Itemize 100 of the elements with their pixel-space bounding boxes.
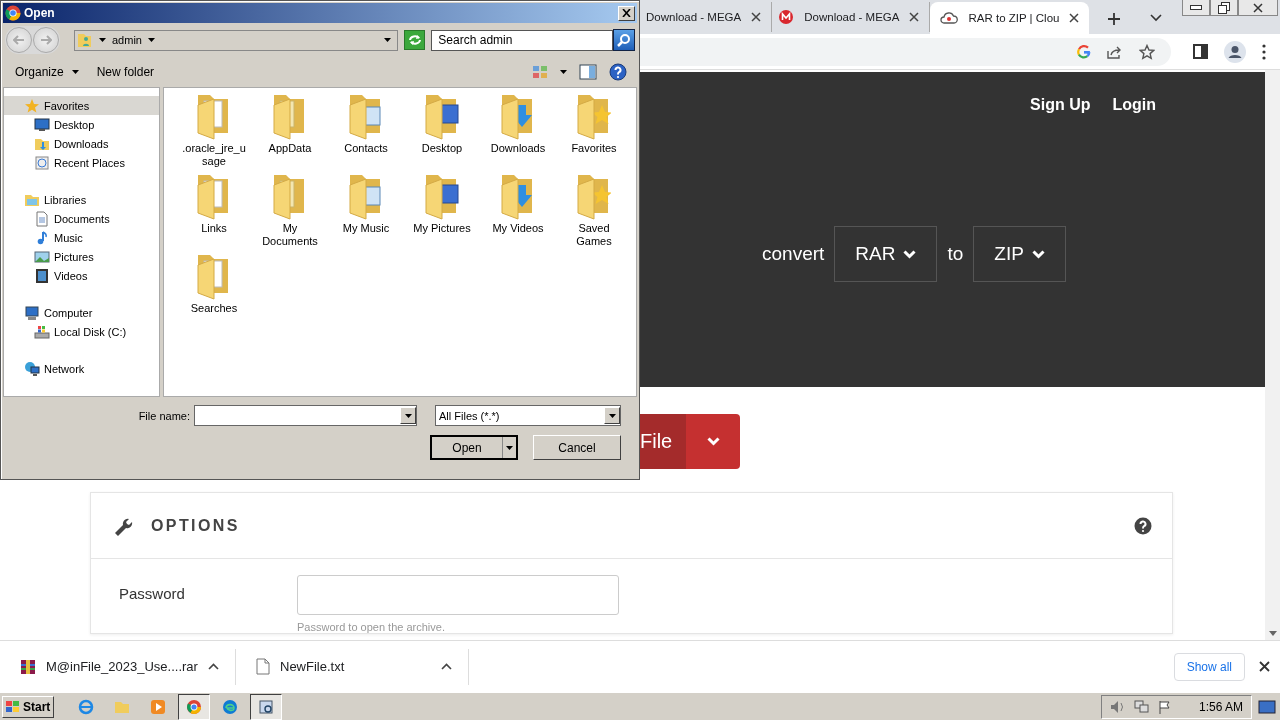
close-icon[interactable] [1259, 661, 1270, 672]
show-desktop-icon[interactable] [1258, 698, 1276, 715]
network-icon [24, 360, 40, 377]
folder-name[interactable]: Contacts [344, 142, 388, 155]
speaker-icon[interactable] [1110, 699, 1126, 714]
format-dropdown[interactable]: ZIP [973, 226, 1066, 282]
folder-name[interactable]: Downloads [490, 142, 546, 155]
field-label: File name: [138, 409, 190, 422]
browser-tab[interactable]: RAR to ZIP | Clou [930, 2, 1090, 34]
caret-icon [99, 38, 106, 42]
cancel-button[interactable]: Cancel [533, 435, 621, 460]
sidebar-item[interactable]: Videos [4, 266, 159, 285]
folder-name[interactable]: Searches [190, 302, 238, 315]
to-label: to [947, 243, 964, 265]
download-item[interactable]: NewFile.txt [280, 659, 431, 674]
arrow-right-icon [40, 35, 52, 45]
folder-name[interactable]: Desktop [421, 142, 463, 155]
chevron-up-icon[interactable] [441, 663, 452, 670]
help-icon[interactable] [609, 63, 627, 81]
breadcrumb-item[interactable]: admin [112, 34, 142, 46]
sidebar-item[interactable]: Pictures [4, 247, 159, 266]
taskbar-button[interactable] [250, 693, 282, 720]
window-icon [258, 698, 274, 715]
sidebar-item[interactable]: Documents [4, 209, 159, 228]
flag-icon[interactable] [1158, 699, 1172, 714]
network-icon[interactable] [1134, 699, 1150, 714]
sidebar-item[interactable]: Local Disk (C:) [4, 322, 159, 341]
show-all-button[interactable]: Show all [1173, 652, 1245, 681]
sidebar-item[interactable]: Recent Places [4, 153, 159, 172]
sidebar-item[interactable]: Music [4, 228, 159, 247]
side-panel-icon[interactable] [1193, 44, 1208, 59]
sidebar-item[interactable]: Libraries [4, 190, 159, 209]
browser-tab[interactable]: Download - MEGA [772, 2, 931, 32]
toolbar-button[interactable]: New folder [90, 62, 161, 82]
minimize-button[interactable] [1182, 0, 1210, 16]
arrow-down-icon[interactable] [1268, 631, 1277, 636]
cloud-icon [940, 11, 959, 25]
download-item[interactable]: M@inFile_2023_Use....rar [46, 659, 198, 674]
tab-list-icon[interactable] [1150, 14, 1162, 22]
folder-name[interactable]: My Videos [492, 222, 544, 235]
sidebar-item[interactable]: Favorites [4, 96, 159, 115]
sidebar-label: Libraries [44, 193, 87, 206]
folder-name[interactable]: My Music [342, 222, 390, 235]
folder-name[interactable]: Favorites [571, 142, 617, 155]
star-icon[interactable] [1139, 43, 1155, 60]
window-close-button[interactable] [1238, 0, 1278, 16]
sidebar-label: Favorites [44, 99, 90, 112]
profile-icon[interactable] [1224, 40, 1246, 63]
password-field[interactable] [297, 575, 619, 615]
folder-name[interactable]: My Pictures [413, 222, 471, 235]
start-button[interactable]: Start [2, 695, 54, 718]
menu-icon[interactable] [1262, 43, 1266, 60]
folder-icon [349, 174, 383, 220]
sidebar-label: Desktop [54, 118, 95, 131]
sidebar-label: Network [44, 362, 85, 375]
sidebar-item[interactable]: Downloads [4, 134, 159, 153]
new-tab-icon[interactable] [1107, 12, 1122, 26]
scrollbar[interactable] [1265, 70, 1280, 640]
sidebar-item[interactable]: Computer [4, 303, 159, 322]
share-icon[interactable] [1107, 44, 1123, 59]
sidebar-item[interactable]: Desktop [4, 115, 159, 134]
folder-name[interactable]: AppData [268, 142, 312, 155]
preview-pane-icon[interactable] [579, 64, 597, 80]
close-button[interactable] [618, 5, 635, 21]
sidebar-item[interactable]: Network [4, 359, 159, 378]
nav-link[interactable]: Login [1112, 96, 1156, 114]
nav-link[interactable]: Sign Up [1030, 96, 1091, 114]
chrome-icon [5, 5, 21, 21]
select-file-button[interactable]: File [640, 414, 686, 469]
google-icon[interactable] [1077, 44, 1091, 59]
monitor-icon [34, 116, 50, 133]
refresh-button[interactable] [404, 30, 426, 50]
clock-icon [34, 154, 50, 171]
folder-name[interactable]: My Documents [258, 222, 322, 248]
open-button[interactable]: Open [430, 435, 518, 460]
caret-icon [71, 70, 79, 74]
refresh-icon [407, 34, 422, 46]
folder-icon [425, 174, 459, 220]
restore-button[interactable] [1210, 0, 1238, 16]
close-icon[interactable] [1069, 13, 1080, 23]
format-dropdown[interactable]: RAR [834, 226, 938, 282]
search-button[interactable] [613, 29, 635, 51]
close-icon[interactable] [909, 12, 920, 22]
folder-icon [425, 94, 459, 140]
toolbar-button[interactable]: Organize [9, 62, 85, 82]
taskbar-button[interactable] [178, 693, 210, 720]
file-name-field[interactable] [194, 405, 417, 426]
folder-name[interactable]: Links [201, 222, 227, 235]
arrow-left-icon [13, 35, 25, 45]
file-type-dropdown[interactable]: All Files (*.*) [435, 405, 621, 426]
help-icon[interactable] [1134, 516, 1152, 535]
sidebar-label: Pictures [54, 250, 94, 263]
search-field[interactable]: Search admin [431, 29, 614, 51]
close-icon[interactable] [751, 12, 762, 22]
address-bar[interactable]: admin [74, 29, 399, 51]
folder-name[interactable]: .oracle_jre_usage [182, 142, 246, 168]
folder-icon [273, 174, 307, 220]
folder-name[interactable]: Saved Games [562, 222, 626, 248]
tab-title: Download - MEGA [804, 11, 900, 23]
chevron-up-icon[interactable] [208, 663, 219, 670]
